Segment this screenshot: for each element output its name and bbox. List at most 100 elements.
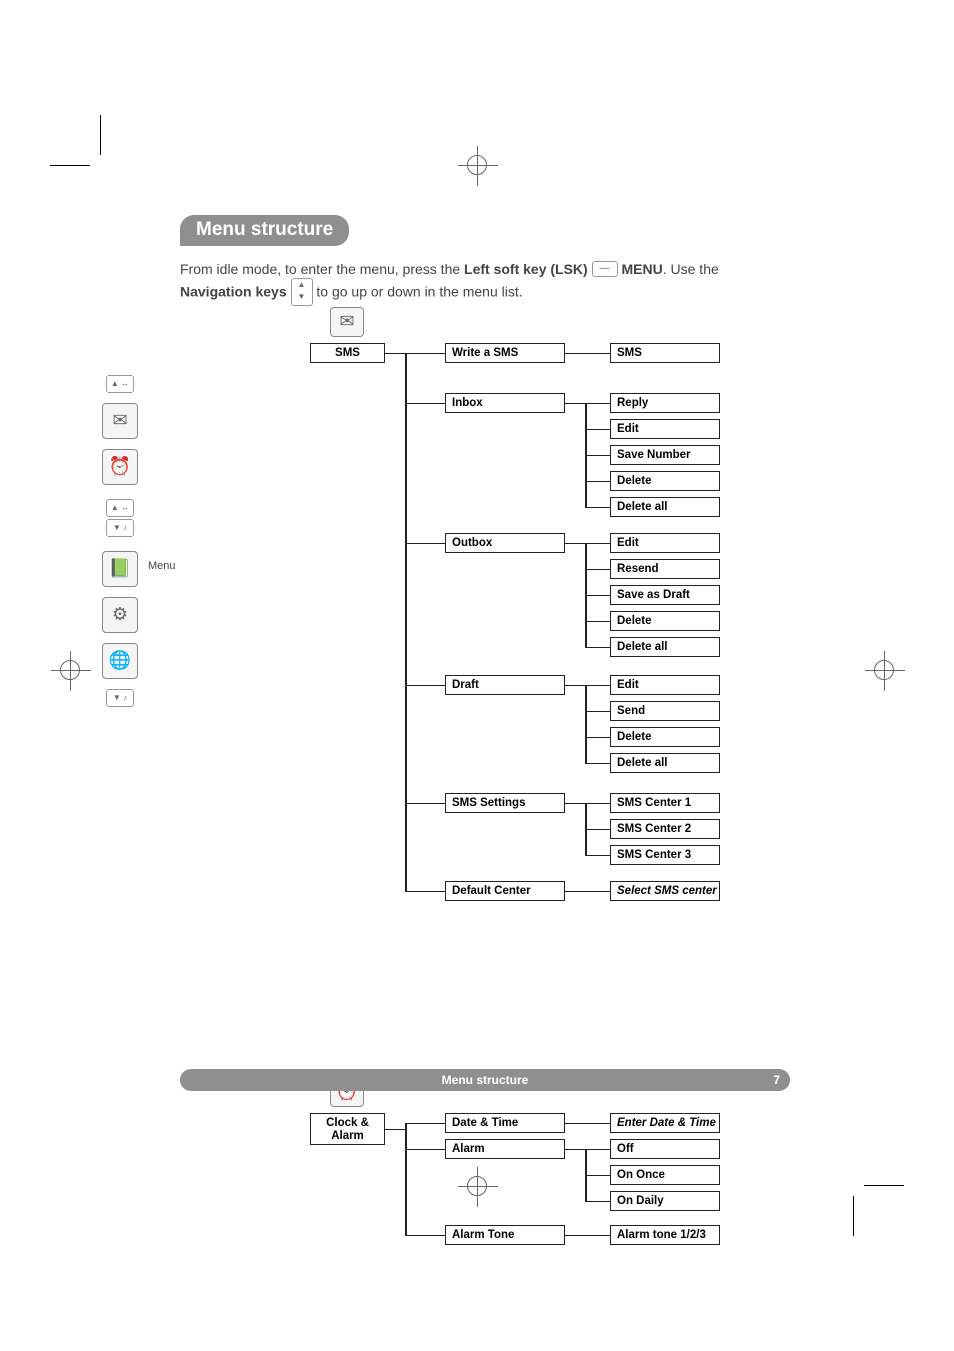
connector [585, 455, 610, 457]
clock-menu-diagram: ⏰ Clock & Alarm Date & Time Alarm Alarm … [180, 1085, 790, 1255]
connector [585, 507, 610, 509]
registration-mark-left [60, 660, 80, 680]
connector [385, 1129, 405, 1131]
connector [565, 1123, 610, 1125]
connector [585, 481, 610, 483]
connector [585, 429, 610, 431]
date-time-box: Date & Time [445, 1113, 565, 1133]
draft-edit: Edit [610, 675, 720, 695]
outbox-edit: Edit [610, 533, 720, 553]
registration-mark-right [874, 660, 894, 680]
connector [585, 803, 610, 805]
connector [405, 685, 445, 687]
connector [405, 1235, 445, 1237]
inbox-save-number: Save Number [610, 445, 720, 465]
intro-part3: to go up or down in the menu list. [316, 284, 522, 300]
sms-center-3: SMS Center 3 [610, 845, 720, 865]
connector [565, 1149, 585, 1151]
draft-delete-all: Delete all [610, 753, 720, 773]
connector [585, 569, 610, 571]
alarm-tone-box: Alarm Tone [445, 1225, 565, 1245]
connector [405, 891, 445, 893]
crop-mark-br [824, 1156, 884, 1216]
default-center-box: Default Center [445, 881, 565, 901]
intro-text: From idle mode, to enter the menu, press… [180, 260, 790, 307]
alarm-off: Off [610, 1139, 720, 1159]
connector [585, 685, 587, 763]
sms-center-1: SMS Center 1 [610, 793, 720, 813]
sms-menu-diagram: ✉ ▲ ↔ ✉ ⏰ ▲ ↔ ▼ ♪ 📗 Menu ⚙ 🌐 ▼ ♪ SMS Wri… [180, 315, 790, 1075]
select-sms-center: Select SMS center [610, 881, 720, 901]
connector [585, 829, 610, 831]
clock-root-box: Clock & Alarm [310, 1113, 385, 1145]
inbox-reply: Reply [610, 393, 720, 413]
phonebook-icon: 📗 [102, 551, 138, 587]
footer-bar: Menu structure 7 [180, 1069, 790, 1091]
draft-delete: Delete [610, 727, 720, 747]
connector [585, 711, 610, 713]
section-title: Menu structure [180, 215, 349, 246]
outbox-save-draft: Save as Draft [610, 585, 720, 605]
intro-lsk: Left soft key (LSK) [464, 261, 588, 277]
draft-box: Draft [445, 675, 565, 695]
alarm-daily: On Daily [610, 1191, 720, 1211]
draft-send: Send [610, 701, 720, 721]
connector [585, 685, 610, 687]
nav-up-icon2: ▲ ↔ [106, 499, 134, 517]
connector [405, 1123, 407, 1235]
inbox-box: Inbox [445, 393, 565, 413]
connector [585, 1149, 610, 1151]
intro-nav: Navigation keys [180, 284, 287, 300]
nav-up-icon: ▲ ↔ [106, 375, 134, 393]
mail-icon: ✉ [102, 403, 138, 439]
inbox-edit: Edit [610, 419, 720, 439]
menu-icon-strip: ▲ ↔ ✉ ⏰ ▲ ↔ ▼ ♪ 📗 Menu ⚙ 🌐 ▼ ♪ [100, 375, 140, 707]
intro-part2: . Use the [663, 261, 719, 277]
connector [585, 1175, 610, 1177]
sms-center-2: SMS Center 2 [610, 819, 720, 839]
connector [405, 353, 407, 891]
nav-down-icon: ▼ ♪ [106, 689, 134, 707]
connector [405, 1123, 445, 1125]
connector [585, 543, 610, 545]
menu-strip-label: Menu [148, 560, 176, 572]
connector [405, 543, 445, 545]
outbox-box: Outbox [445, 533, 565, 553]
connector [585, 1201, 610, 1203]
alarm-box: Alarm [445, 1139, 565, 1159]
connector [565, 1235, 610, 1237]
connector [565, 353, 610, 355]
sms-root-box: SMS [310, 343, 385, 363]
nav-down-icon2: ▼ ♪ [106, 519, 134, 537]
connector [565, 803, 585, 805]
connector [585, 403, 610, 405]
write-sms-box: Write a SMS [445, 343, 565, 363]
nav-key-icon: ▲▼ [291, 278, 313, 306]
outbox-resend: Resend [610, 559, 720, 579]
alarm-tone-child: Alarm tone 1/2/3 [610, 1225, 720, 1245]
connector [585, 763, 610, 765]
connector [405, 1149, 445, 1151]
intro-menu: MENU [622, 261, 663, 277]
connector [405, 403, 445, 405]
connector [585, 647, 610, 649]
clock-icon: ⏰ [102, 449, 138, 485]
connector [585, 855, 610, 857]
connector [565, 543, 585, 545]
settings-icon: ⚙ [102, 597, 138, 633]
connector [405, 353, 445, 355]
page-number: 7 [773, 1073, 780, 1087]
connector [585, 621, 610, 623]
connector [385, 353, 405, 355]
outbox-delete: Delete [610, 611, 720, 631]
connector [405, 803, 445, 805]
network-icon: 🌐 [102, 643, 138, 679]
intro-part1: From idle mode, to enter the menu, press… [180, 261, 464, 277]
sms-icon: ✉ [330, 307, 364, 337]
enter-date-time: Enter Date & Time [610, 1113, 720, 1133]
connector [565, 891, 610, 893]
inbox-delete-all: Delete all [610, 497, 720, 517]
sms-settings-box: SMS Settings [445, 793, 565, 813]
connector [585, 737, 610, 739]
write-sms-child: SMS [610, 343, 720, 363]
